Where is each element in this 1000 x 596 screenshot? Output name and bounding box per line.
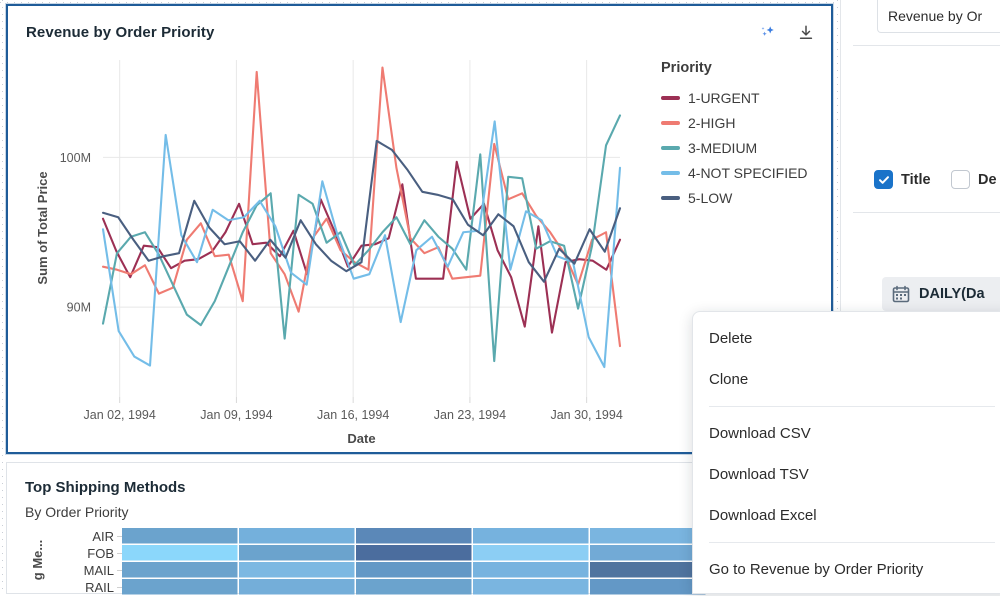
description-toggle[interactable]: De: [951, 170, 997, 189]
heatmap-row-labels: AIR FOB MAIL RAIL: [84, 529, 122, 595]
heatmap-row-label: FOB: [87, 546, 114, 561]
heatmap-cell[interactable]: [122, 545, 238, 561]
legend-items[interactable]: 1-URGENT 2-HIGH 3-MEDIUM 4-NOT SPECIFIED 5-L…: [661, 85, 808, 210]
sparkle-icon[interactable]: [757, 22, 779, 44]
chart-name-field[interactable]: Revenue by Or: [877, 0, 1000, 33]
heatmap-card-subtitle: By Order Priority: [25, 504, 128, 520]
chart-x-tick-labels: Jan 02, 1994 Jan 09, 1994 Jan 16, 1994 Jan …: [84, 397, 623, 422]
chart-series-lines: [103, 67, 620, 367]
heatmap-row-label: RAIL: [85, 580, 114, 595]
legend-swatch: [661, 196, 680, 200]
legend-item-2-high[interactable]: 2-HIGH: [661, 110, 808, 135]
chart-y-tick-labels: 90M 100M: [60, 151, 91, 315]
x-tick-label: Jan 30, 1994: [550, 408, 622, 422]
context-menu-divider: [709, 542, 995, 543]
legend-swatch: [661, 146, 680, 150]
chart-name-value: Revenue by Or: [888, 8, 982, 24]
legend-item-label: 1-URGENT: [688, 90, 760, 106]
calendar-icon: [892, 285, 910, 303]
legend-item-5-low[interactable]: 5-LOW: [661, 185, 808, 210]
legend-item-3-medium[interactable]: 3-MEDIUM: [661, 135, 808, 160]
y-tick-label: 100M: [60, 151, 91, 165]
y-tick-label: 90M: [67, 301, 91, 315]
heatmap-cell[interactable]: [473, 579, 589, 595]
legend-swatch: [661, 121, 680, 125]
heatmap-cell[interactable]: [590, 579, 706, 595]
context-menu-item-download-csv[interactable]: Download CSV: [693, 413, 1000, 454]
legend-item-1-urgent[interactable]: 1-URGENT: [661, 85, 808, 110]
line-chart-plot[interactable]: 90M 100M Jan 02, 1994 Jan 09, 1994 Jan 16, …: [8, 52, 668, 452]
heatmap-cell[interactable]: [590, 545, 706, 561]
heatmap-cell[interactable]: [356, 562, 472, 578]
heatmap-cell[interactable]: [473, 562, 589, 578]
chart-card-title: Revenue by Order Priority: [26, 24, 214, 41]
x-tick-label: Jan 16, 1994: [317, 408, 389, 422]
title-toggle[interactable]: Title: [874, 170, 931, 189]
heatmap-card-title: Top Shipping Methods: [25, 479, 186, 496]
context-menu-item-go-to-revenue-by-order-priority[interactable]: Go to Revenue by Order Priority: [693, 549, 1000, 590]
legend-item-label: 3-MEDIUM: [688, 140, 757, 156]
x-axis-field-value: DAILY(Da: [919, 286, 985, 302]
title-checkbox[interactable]: [874, 170, 893, 189]
x-axis-field-chip[interactable]: DAILY(Da: [882, 277, 1000, 311]
chart-legend[interactable]: Priority 1-URGENT 2-HIGH 3-MEDIUM 4-NOT SPE…: [661, 60, 808, 210]
chart-x-axis-title: Date: [347, 431, 375, 446]
heatmap-cell[interactable]: [473, 545, 589, 561]
heatmap-cell[interactable]: [239, 528, 355, 544]
heatmap-cell[interactable]: [239, 545, 355, 561]
chart-y-axis-title: Sum of Total Price: [35, 171, 50, 284]
legend-item-label: 5-LOW: [688, 190, 732, 206]
heatmap-cell[interactable]: [590, 562, 706, 578]
heatmap-cell[interactable]: [239, 562, 355, 578]
x-tick-label: Jan 23, 1994: [434, 408, 506, 422]
heatmap-cell[interactable]: [122, 528, 238, 544]
context-menu-item-download-tsv[interactable]: Download TSV: [693, 454, 1000, 495]
description-checkbox[interactable]: [951, 170, 970, 189]
context-menu-item-clone[interactable]: Clone: [693, 359, 1000, 400]
heatmap-cell[interactable]: [356, 579, 472, 595]
legend-item-label: 4-NOT SPECIFIED: [688, 165, 808, 181]
legend-title: Priority: [661, 60, 808, 76]
heatmap-cell[interactable]: [122, 579, 238, 595]
heatmap-y-axis-title: g Me...: [30, 540, 45, 580]
x-tick-label: Jan 09, 1994: [200, 408, 272, 422]
heatmap-cell[interactable]: [356, 528, 472, 544]
heatmap-row-label: MAIL: [84, 563, 114, 578]
x-tick-label: Jan 02, 1994: [84, 408, 156, 422]
heatmap-cell[interactable]: [590, 528, 706, 544]
title-checkbox-label: Title: [901, 172, 931, 188]
legend-swatch: [661, 171, 680, 175]
series-line-2-high: [103, 67, 620, 346]
heatmap-cell[interactable]: [122, 562, 238, 578]
legend-item-4-not-specified[interactable]: 4-NOT SPECIFIED: [661, 160, 808, 185]
context-menu-divider: [709, 406, 995, 407]
chart-context-menu[interactable]: DeleteClone Download CSVDownload TSVDownl…: [692, 311, 1000, 594]
series-line-3-medium: [103, 115, 620, 361]
heatmap-cell[interactable]: [239, 579, 355, 595]
heatmap-cells[interactable]: [122, 528, 706, 595]
legend-item-label: 2-HIGH: [688, 115, 735, 131]
context-menu-item-download-excel[interactable]: Download Excel: [693, 495, 1000, 536]
line-chart-svg: 90M 100M Jan 02, 1994 Jan 09, 1994 Jan 16, …: [8, 52, 668, 452]
heatmap-plot[interactable]: g Me... AIR FOB MAIL RAIL: [7, 526, 707, 596]
heatmap-cell[interactable]: [473, 528, 589, 544]
panel-divider-1: [853, 45, 1000, 46]
heatmap-row-label: AIR: [92, 529, 114, 544]
legend-swatch: [661, 96, 680, 100]
description-checkbox-label: De: [978, 172, 997, 188]
heatmap-svg: g Me... AIR FOB MAIL RAIL: [7, 526, 707, 596]
panel-divider-2: [853, 212, 1000, 213]
chart-card-toolbar[interactable]: [757, 22, 817, 44]
heatmap-cell[interactable]: [356, 545, 472, 561]
context-menu-item-delete[interactable]: Delete: [693, 318, 1000, 359]
download-icon[interactable]: [795, 22, 817, 44]
